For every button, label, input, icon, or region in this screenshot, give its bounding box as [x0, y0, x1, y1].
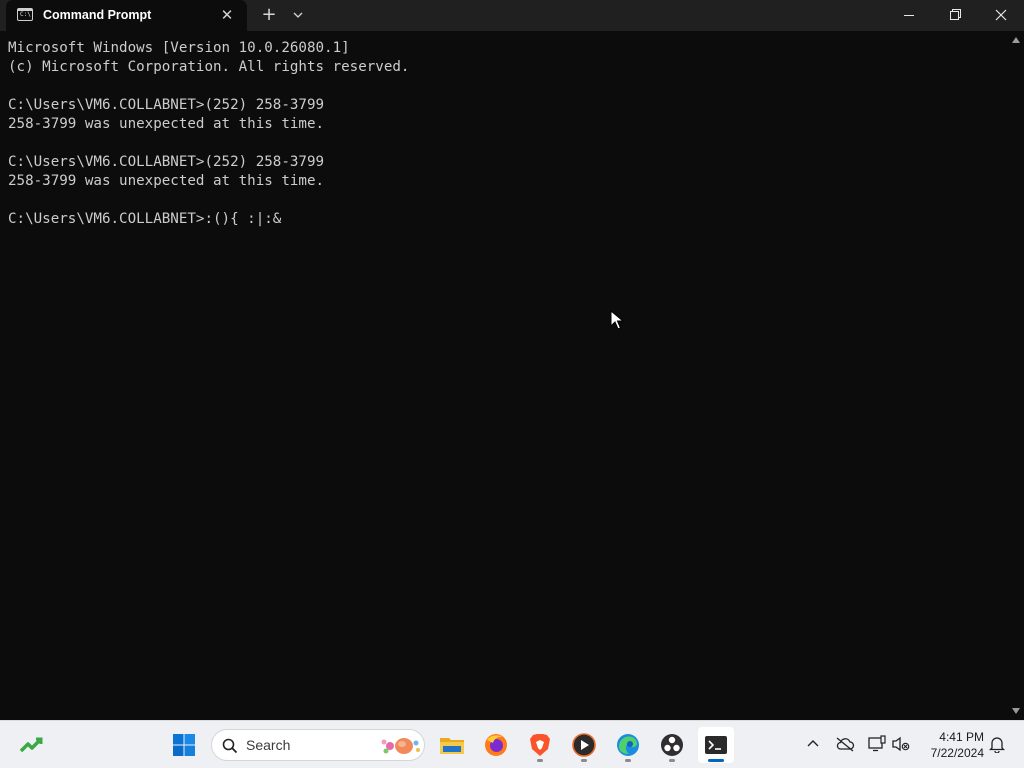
restore-icon [950, 9, 961, 20]
firefox-icon [485, 734, 507, 756]
running-indicator-active [708, 759, 724, 762]
search-icon [222, 738, 238, 754]
close-icon [995, 9, 1007, 21]
taskbar-app-firefox[interactable] [478, 727, 514, 763]
tray-onedrive[interactable] [834, 733, 856, 755]
tray-volume[interactable] [890, 733, 912, 755]
tab-title: Command Prompt [43, 8, 152, 22]
clock-time: 4:41 PM [939, 730, 984, 744]
running-indicator [669, 759, 675, 762]
tab-command-prompt[interactable]: C:\ Command Prompt ✕ [6, 0, 247, 31]
start-button[interactable] [166, 727, 202, 763]
terminal-line: C:\Users\VM6.COLLABNET>(252) 258-3799 [8, 154, 325, 170]
taskbar: Search 4:41 PM 7/22/2024 [0, 720, 1024, 768]
close-window-button[interactable] [978, 0, 1024, 31]
tab-icon-text: C:\ [20, 11, 31, 18]
taskbar-app-file-explorer[interactable] [434, 727, 470, 763]
title-bar: C:\ Command Prompt ✕ + [0, 0, 1024, 31]
minimize-button[interactable] [886, 0, 932, 31]
close-tab-button[interactable]: ✕ [218, 6, 236, 24]
terminal-line: 258-3799 was unexpected at this time. [8, 116, 325, 132]
command-prompt-icon: C:\ [17, 8, 33, 21]
search-box[interactable]: Search [211, 729, 425, 761]
widgets-button[interactable] [14, 727, 50, 763]
minimize-icon [904, 15, 914, 16]
taskbar-app-obs[interactable] [654, 727, 690, 763]
search-highlight-icon [381, 738, 420, 754]
terminal-icon [705, 736, 727, 754]
search-placeholder: Search [246, 737, 291, 753]
clock[interactable]: 4:41 PM 7/22/2024 [920, 729, 984, 761]
windows-start-icon [173, 734, 195, 756]
tray-network[interactable] [866, 733, 888, 755]
restore-button[interactable] [932, 0, 978, 31]
taskbar-app-media-player[interactable] [566, 727, 602, 763]
terminal-line: Microsoft Windows [Version 10.0.26080.1] [8, 40, 350, 56]
chevron-up-icon [807, 740, 819, 747]
clock-date: 7/22/2024 [930, 746, 984, 760]
terminal-line: 258-3799 was unexpected at this time. [8, 173, 325, 189]
stock-chart-icon [19, 737, 43, 753]
edge-icon [617, 734, 639, 756]
taskbar-app-edge[interactable] [610, 727, 646, 763]
terminal-line: (c) Microsoft Corporation. All rights re… [8, 59, 410, 75]
terminal-output[interactable]: Microsoft Windows [Version 10.0.26080.1]… [0, 31, 1008, 720]
media-player-icon [572, 733, 596, 757]
scroll-up-arrow-icon[interactable] [1012, 37, 1020, 43]
tab-dropdown-button[interactable] [289, 7, 307, 23]
taskbar-app-terminal[interactable] [698, 727, 734, 763]
volume-muted-icon [892, 736, 910, 752]
network-icon [868, 735, 886, 752]
chevron-down-icon [293, 12, 303, 18]
terminal-prompt-line[interactable]: C:\Users\VM6.COLLABNET>:(){ :|:& [8, 210, 1008, 229]
folder-icon [440, 738, 464, 754]
bell-icon [988, 737, 1006, 753]
running-indicator [537, 759, 543, 762]
obs-icon [661, 734, 683, 756]
new-tab-button[interactable]: + [258, 5, 280, 25]
scroll-down-arrow-icon[interactable] [1012, 708, 1020, 714]
running-indicator [581, 759, 587, 762]
notifications-button[interactable] [986, 733, 1008, 755]
terminal-line: C:\Users\VM6.COLLABNET>(252) 258-3799 [8, 97, 325, 113]
running-indicator [625, 759, 631, 762]
taskbar-app-brave[interactable] [522, 727, 558, 763]
show-hidden-icons-button[interactable] [802, 733, 824, 755]
vertical-scrollbar[interactable] [1008, 31, 1024, 720]
brave-icon [530, 734, 550, 756]
cloud-offline-icon [836, 737, 855, 752]
mouse-pointer-icon [610, 310, 624, 330]
